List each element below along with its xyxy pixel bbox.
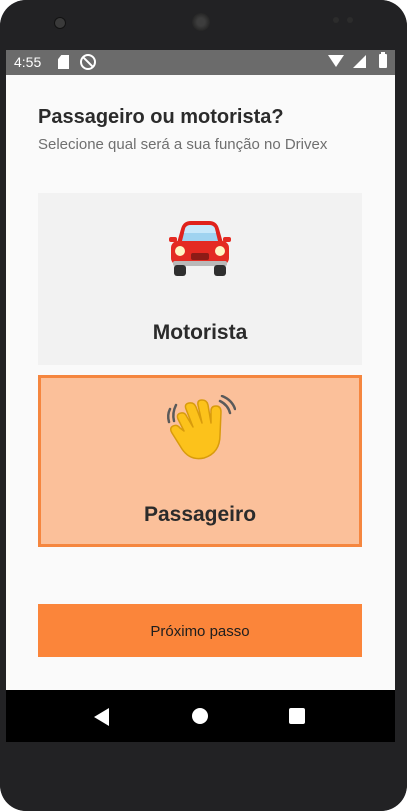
sd-card-icon (58, 55, 69, 69)
signal-icon (353, 55, 366, 68)
wifi-icon (328, 55, 344, 67)
front-camera (54, 17, 66, 29)
driver-option-card[interactable]: Motorista (38, 193, 362, 365)
driver-option-label: Motorista (152, 321, 248, 344)
role-selection-page: Passageiro ou motorista? Selecione qual … (6, 75, 395, 690)
home-icon[interactable] (192, 708, 208, 724)
proximity-sensor (333, 17, 339, 23)
status-time: 4:55 (14, 54, 42, 70)
page-subtitle: Selecione qual será a sua função no Driv… (38, 136, 328, 153)
phone-frame: 4:55 Passageiro ou motorista? Selecione … (0, 0, 407, 811)
status-bar: 4:55 (6, 50, 395, 75)
recents-icon[interactable] (289, 708, 305, 724)
no-sync-icon (80, 54, 96, 70)
next-step-button[interactable]: Próximo passo (38, 604, 362, 657)
back-icon[interactable] (94, 708, 109, 726)
light-sensor (347, 17, 353, 23)
passenger-option-label: Passageiro (143, 503, 257, 526)
earpiece-speaker (192, 13, 210, 31)
page-title: Passageiro ou motorista? (38, 106, 284, 128)
car-icon (38, 215, 362, 279)
waving-hand-icon (41, 395, 359, 463)
system-nav-bar (6, 690, 395, 742)
battery-icon (379, 52, 387, 68)
app-screen: 4:55 Passageiro ou motorista? Selecione … (6, 50, 395, 742)
passenger-option-card[interactable]: Passageiro (38, 375, 362, 547)
